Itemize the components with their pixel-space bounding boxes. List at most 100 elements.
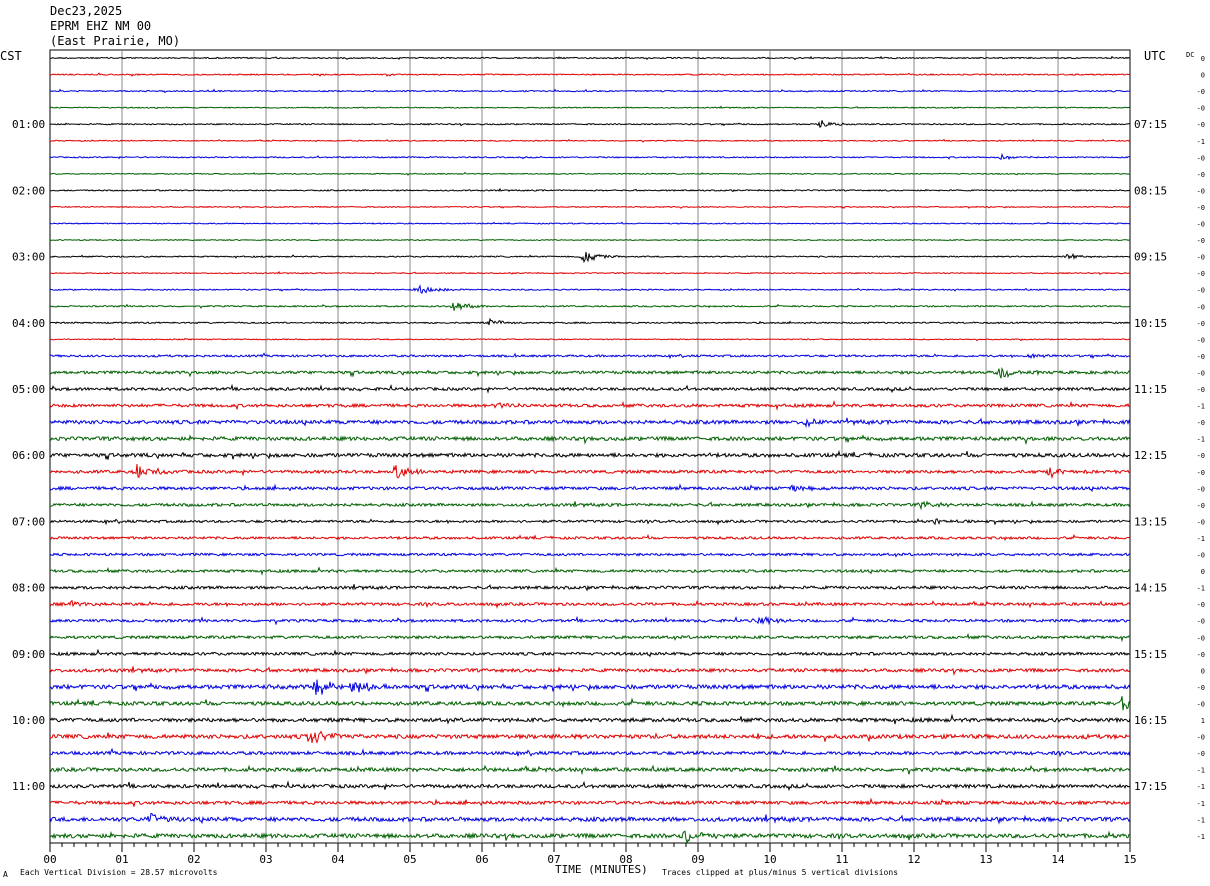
trace-line [49, 632, 1131, 643]
trace-line [49, 566, 1130, 576]
x-tick-label: 04 [331, 853, 345, 866]
right-hour-label: 07:15 [1134, 118, 1167, 131]
x-tick-label: 02 [187, 853, 200, 866]
footer-scale-note: Each Vertical Division = 28.57 microvolt… [20, 868, 218, 877]
trace-line [49, 366, 1131, 379]
trace-line [49, 797, 1131, 807]
trace-line [49, 518, 1131, 526]
x-tick-label: 11 [835, 853, 848, 866]
dc-offset-label: -0 [1197, 353, 1205, 361]
dc-offset-label: -1 [1197, 800, 1205, 808]
trace-line [49, 400, 1131, 411]
x-tick-label: 01 [115, 853, 128, 866]
right-hour-label: 13:15 [1134, 515, 1167, 528]
dc-offset-label: -0 [1197, 419, 1205, 427]
trace-line [49, 747, 1131, 758]
dc-offset-label: -0 [1197, 552, 1205, 560]
dc-offset-label: -0 [1197, 336, 1205, 344]
trace-line [49, 120, 1131, 129]
dc-offset-label: -0 [1197, 270, 1205, 278]
dc-offset-label: -0 [1197, 469, 1205, 477]
dc-offset-label: -0 [1197, 320, 1205, 328]
trace-line [49, 666, 1131, 676]
trace-line [49, 449, 1130, 460]
dc-offset-label: -0 [1197, 634, 1205, 642]
trace-line [49, 483, 1131, 493]
left-hour-label: 04:00 [12, 317, 45, 330]
plot-frame [49, 49, 1131, 844]
dc-offset-label: -0 [1197, 237, 1205, 245]
left-hour-label: 02:00 [12, 184, 45, 197]
x-tick-label: 06 [475, 853, 488, 866]
trace-line [49, 464, 1131, 480]
dc-offset-label: -0 [1197, 187, 1205, 195]
seismic-traces [49, 55, 1131, 845]
trace-line [49, 238, 1131, 242]
dc-offset-header: DC [1186, 51, 1194, 59]
trace-line [49, 284, 1131, 294]
trace-line [49, 270, 1131, 276]
trace-line [49, 205, 1131, 209]
trace-line [49, 337, 1131, 342]
dc-offset-label: -1 [1197, 535, 1205, 543]
left-hour-label: 08:00 [12, 582, 45, 595]
trace-line [49, 552, 1131, 558]
trace-line [49, 615, 1130, 626]
left-hour-label: 10:00 [12, 714, 45, 727]
right-hour-label: 11:15 [1134, 383, 1167, 396]
dc-offset-label: -0 [1197, 154, 1205, 162]
dc-offset-label: -0 [1197, 734, 1205, 742]
header-date: Dec23,2025 [50, 4, 122, 18]
dc-offset-label: -1 [1197, 436, 1205, 444]
dc-offset-label: 0 [1201, 72, 1205, 80]
dc-offset-label: 0 [1201, 55, 1205, 63]
left-hour-label: 05:00 [12, 383, 45, 396]
trace-line [49, 648, 1131, 658]
trace-line [49, 830, 1131, 845]
right-hour-label: 08:15 [1134, 184, 1167, 197]
x-tick-label: 03 [259, 853, 272, 866]
dc-offset-label: -0 [1197, 287, 1205, 295]
trace-line [49, 88, 1131, 94]
left-hour-label: 01:00 [12, 118, 45, 131]
trace-line [50, 138, 1131, 143]
trace-line [49, 187, 1131, 193]
footer-clip-note: Traces clipped at plus/minus 5 vertical … [662, 868, 898, 877]
dc-offset-label: -0 [1197, 171, 1205, 179]
dc-offset-label: -0 [1197, 485, 1205, 493]
dc-offset-label: -0 [1197, 254, 1205, 262]
trace-line [49, 383, 1131, 394]
right-hour-label: 14:15 [1134, 582, 1167, 595]
trace-line [49, 302, 1131, 312]
dc-offset-label: -0 [1197, 502, 1205, 510]
x-tick-label: 05 [403, 853, 416, 866]
dc-offset-label: -0 [1197, 750, 1205, 758]
minute-grid [49, 49, 1131, 852]
corner-mark: A [3, 870, 8, 879]
dc-offset-label: -0 [1197, 221, 1205, 229]
trace-line [49, 533, 1131, 542]
trace-line [49, 434, 1131, 446]
dc-offset-label: -1 [1197, 585, 1205, 593]
dc-offset-label: -0 [1197, 452, 1205, 460]
dc-offset-label: -0 [1197, 700, 1205, 708]
dc-offset-label: -1 [1197, 767, 1205, 775]
trace-line [49, 152, 1131, 161]
left-hour-label: 11:00 [12, 780, 45, 793]
trace-line [50, 251, 1131, 264]
left-hour-label: 03:00 [12, 251, 45, 264]
trace-line [49, 171, 1131, 176]
trace-line [50, 55, 1131, 61]
right-timezone-label: UTC [1144, 49, 1166, 63]
x-tick-label: 14 [1051, 853, 1065, 866]
dc-offset-label: 0 [1201, 568, 1205, 576]
trace-line [49, 317, 1131, 326]
trace-line [49, 599, 1131, 610]
dc-offset-label: -0 [1197, 618, 1205, 626]
trace-line [49, 72, 1131, 77]
left-hour-label: 07:00 [12, 515, 45, 528]
left-hour-label: 09:00 [12, 648, 45, 661]
dc-offset-label: -1 [1197, 783, 1205, 791]
right-hour-label: 09:15 [1134, 251, 1167, 264]
dc-offset-label: -0 [1197, 105, 1205, 113]
